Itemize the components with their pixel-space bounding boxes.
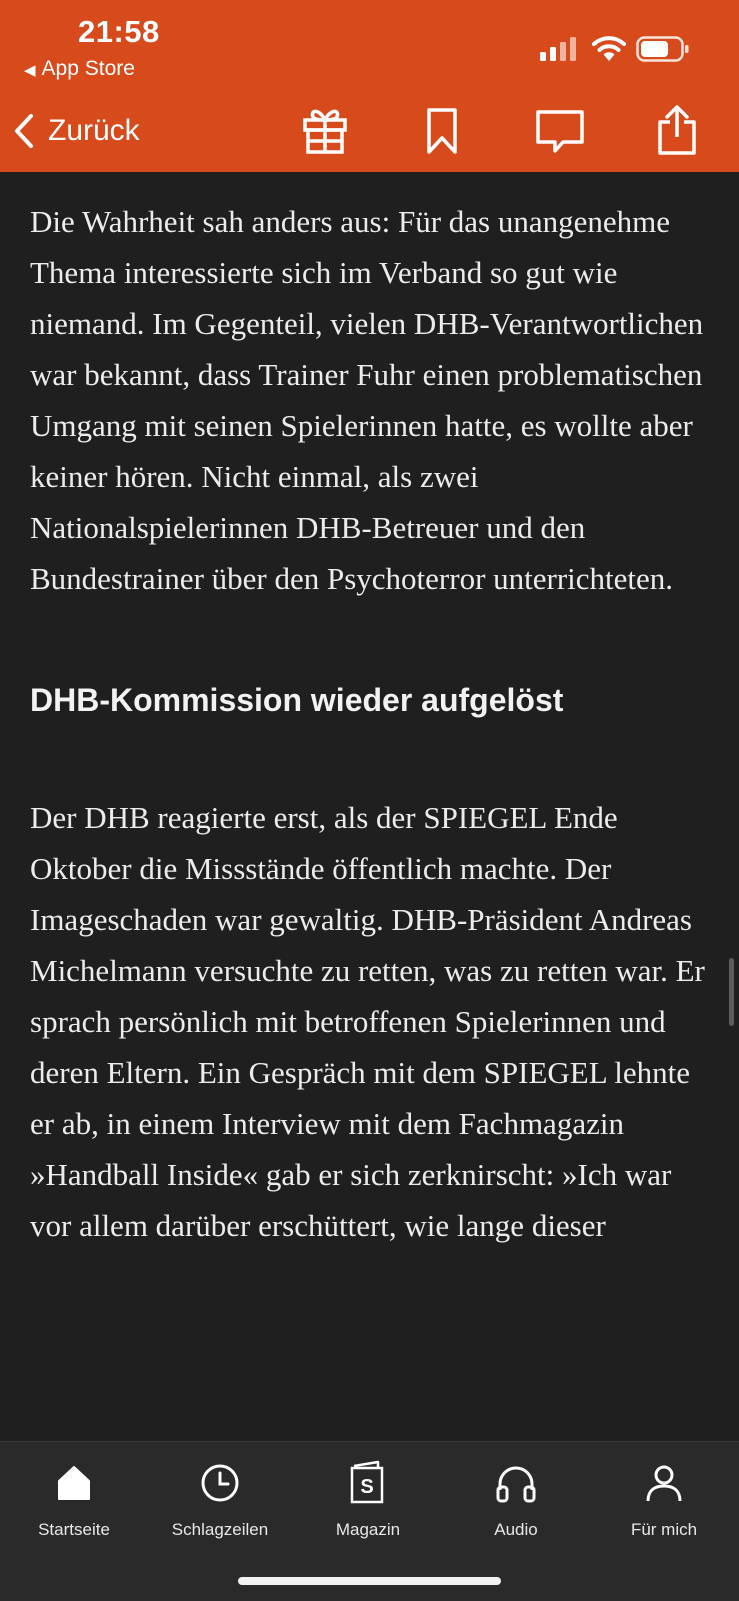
- tab-schlagzeilen[interactable]: Schlagzeilen: [146, 1460, 294, 1540]
- tab-fuer-mich[interactable]: Für mich: [590, 1460, 738, 1540]
- tab-audio[interactable]: Audio: [442, 1460, 590, 1540]
- section-heading: DHB-Kommission wieder aufgelöst: [30, 682, 564, 718]
- back-to-app-link[interactable]: ◀ App Store: [24, 57, 135, 81]
- status-time: 21:58: [78, 14, 160, 49]
- tab-label: Magazin: [335, 1520, 401, 1539]
- article-paragraph: Der DHB reagierte erst, als der SPIEGEL …: [30, 800, 705, 1243]
- home-icon: [58, 1466, 90, 1500]
- person-icon: [646, 1465, 682, 1502]
- cellular-signal-icon: [540, 37, 576, 61]
- tab-label: Audio: [494, 1520, 538, 1539]
- chevron-left-icon: [15, 114, 33, 148]
- article-body: Die Wahrheit sah anders aus: Für das una…: [30, 196, 720, 1251]
- top-bar: 21:58 ◀ App Store Zurück: [0, 0, 739, 172]
- wifi-icon: [592, 36, 626, 61]
- home-indicator[interactable]: [238, 1577, 501, 1585]
- tab-label: Startseite: [38, 1520, 110, 1539]
- tab-label: Für mich: [630, 1520, 698, 1539]
- share-icon[interactable]: [652, 104, 702, 156]
- tab-label: Schlagzeilen: [171, 1520, 269, 1539]
- battery-icon: [636, 36, 689, 62]
- magazine-icon: S: [350, 1460, 384, 1504]
- back-label: Zurück: [48, 114, 140, 147]
- svg-text:S: S: [360, 1476, 373, 1498]
- scroll-indicator[interactable]: [729, 958, 734, 1026]
- tab-startseite[interactable]: Startseite: [0, 1460, 148, 1540]
- clock-icon: [201, 1464, 239, 1502]
- back-button[interactable]: Zurück: [14, 108, 140, 154]
- bookmark-icon[interactable]: [417, 104, 467, 156]
- gift-icon[interactable]: [300, 104, 350, 156]
- headphones-icon: [496, 1466, 536, 1503]
- comment-icon[interactable]: [535, 104, 585, 156]
- tab-magazin[interactable]: S Magazin: [294, 1460, 442, 1540]
- article-paragraph: Die Wahrheit sah anders aus: Für das una…: [30, 204, 704, 596]
- back-triangle-icon: ◀: [24, 62, 36, 79]
- back-app-label: App Store: [41, 57, 135, 80]
